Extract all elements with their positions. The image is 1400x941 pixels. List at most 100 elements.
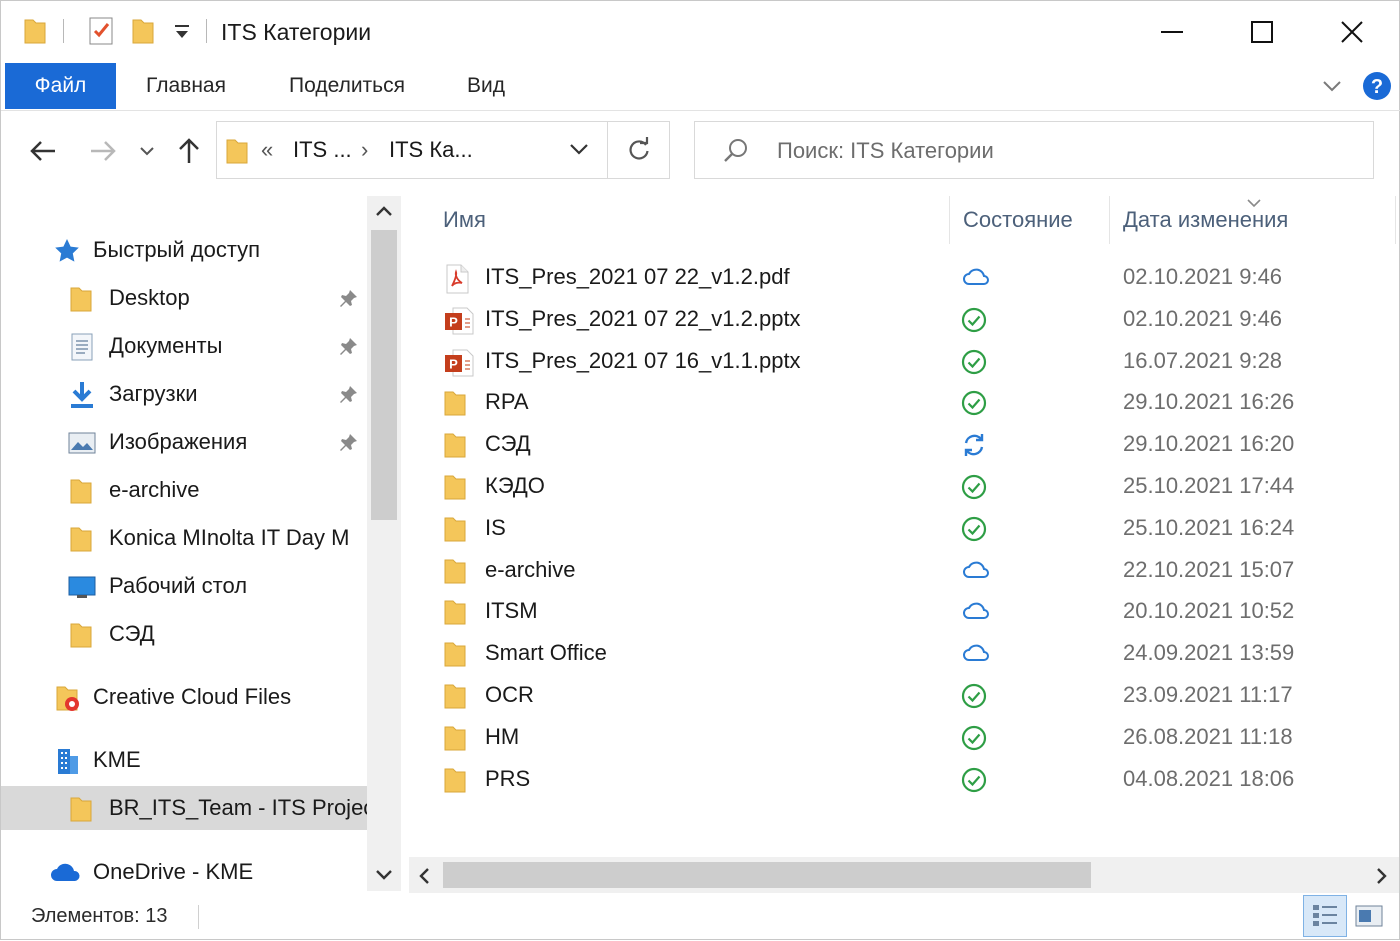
nav-label: Загрузки bbox=[109, 381, 198, 406]
search-input[interactable]: Поиск: ITS Категории bbox=[777, 138, 994, 164]
search-icon bbox=[723, 138, 749, 169]
tab-home[interactable]: Главная bbox=[121, 63, 251, 109]
search-box[interactable]: Поиск: ITS Категории bbox=[694, 121, 1374, 179]
creative-cloud-folder-icon bbox=[55, 683, 85, 719]
file-row[interactable]: СЭД 29.10.2021 16:20 bbox=[431, 424, 1371, 466]
file-date: 29.10.2021 16:26 bbox=[1123, 389, 1295, 415]
tab-file[interactable]: Файл bbox=[5, 63, 116, 109]
column-header-name[interactable]: Имя bbox=[443, 207, 486, 233]
file-row[interactable]: КЭДО 25.10.2021 17:44 bbox=[431, 466, 1371, 508]
close-button[interactable] bbox=[1307, 1, 1397, 63]
nav-quick-access[interactable]: Быстрый доступ bbox=[1, 228, 367, 272]
overflow-chevron[interactable]: « bbox=[261, 137, 273, 163]
folder-icon bbox=[23, 15, 47, 50]
details-view-button[interactable] bbox=[1303, 895, 1347, 937]
address-bar[interactable]: « ITS ... › ITS Ка... bbox=[216, 121, 608, 179]
back-button[interactable] bbox=[23, 129, 63, 173]
column-divider[interactable] bbox=[1109, 196, 1110, 244]
folder-icon bbox=[443, 388, 467, 423]
scroll-right-icon[interactable] bbox=[1375, 866, 1389, 891]
tab-share[interactable]: Поделиться bbox=[263, 63, 431, 109]
maximize-button[interactable] bbox=[1217, 1, 1307, 63]
pin-icon[interactable] bbox=[339, 288, 359, 314]
help-icon[interactable]: ? bbox=[1362, 71, 1392, 106]
nav-item-onedrive[interactable]: OneDrive - KME bbox=[1, 850, 367, 894]
column-divider[interactable] bbox=[949, 196, 950, 244]
recent-locations-button[interactable] bbox=[135, 129, 159, 173]
file-row[interactable]: P ITS_Pres_2021 07 22_v1.2.pptx 02.10.2021… bbox=[431, 299, 1371, 341]
file-date: 20.10.2021 10:52 bbox=[1123, 598, 1295, 624]
onedrive-icon bbox=[49, 860, 83, 890]
folder-icon bbox=[225, 136, 249, 171]
breadcrumb-its-categories[interactable]: ITS Ка... bbox=[389, 137, 473, 163]
folder-icon bbox=[69, 524, 93, 560]
pictures-icon bbox=[67, 430, 97, 462]
folder-icon bbox=[69, 476, 93, 512]
column-header-date[interactable]: Дата изменения bbox=[1123, 207, 1288, 233]
file-row[interactable]: PRS 04.08.2021 18:06 bbox=[431, 759, 1371, 801]
synced-check-icon bbox=[961, 767, 987, 798]
documents-icon bbox=[69, 332, 95, 368]
nav-scrollbar-thumb[interactable] bbox=[371, 230, 397, 520]
synced-check-icon bbox=[961, 349, 987, 380]
tab-view[interactable]: Вид bbox=[449, 63, 523, 109]
breadcrumb-its[interactable]: ITS ... bbox=[293, 137, 352, 163]
pin-icon[interactable] bbox=[339, 336, 359, 362]
downloads-icon bbox=[67, 380, 97, 416]
nav-item-desktop-ru[interactable]: Рабочий стол bbox=[1, 564, 367, 608]
column-header-status[interactable]: Состояние bbox=[963, 207, 1073, 233]
nav-item-desktop[interactable]: Desktop bbox=[1, 276, 367, 320]
new-folder-icon[interactable] bbox=[131, 15, 155, 50]
nav-item-downloads[interactable]: Загрузки bbox=[1, 372, 367, 416]
folder-icon bbox=[443, 723, 467, 758]
details-view-icon bbox=[1313, 905, 1337, 926]
nav-item-team[interactable]: BR_ITS_Team - ITS Projec bbox=[1, 786, 367, 830]
nav-item-kme[interactable]: KME bbox=[1, 738, 367, 782]
file-row[interactable]: Smart Office 24.09.2021 13:59 bbox=[431, 633, 1371, 675]
file-name: ITS_Pres_2021 07 22_v1.2.pptx bbox=[485, 305, 801, 331]
file-row[interactable]: P ITS_Pres_2021 07 16_v1.1.pptx 16.07.2021… bbox=[431, 341, 1371, 383]
nav-item-konica[interactable]: Konica MInolta IT Day M bbox=[1, 516, 367, 560]
customize-toolbar-icon[interactable] bbox=[173, 23, 191, 46]
content-scrollbar[interactable] bbox=[409, 857, 1399, 893]
scroll-up-icon[interactable] bbox=[374, 204, 394, 223]
nav-label: OneDrive - KME bbox=[93, 859, 254, 884]
nav-item-documents[interactable]: Документы bbox=[1, 324, 367, 368]
file-name: СЭД bbox=[485, 431, 531, 457]
file-row[interactable]: ITSM 20.10.2021 10:52 bbox=[431, 591, 1371, 633]
forward-button[interactable] bbox=[83, 129, 123, 173]
star-icon bbox=[53, 237, 81, 271]
large-icons-view-button[interactable] bbox=[1351, 899, 1387, 933]
nav-scrollbar[interactable] bbox=[367, 196, 401, 891]
refresh-button[interactable] bbox=[608, 121, 670, 179]
file-row[interactable]: e-archive 22.10.2021 15:07 bbox=[431, 550, 1371, 592]
content-scrollbar-thumb[interactable] bbox=[443, 862, 1091, 888]
file-row[interactable]: HM 26.08.2021 11:18 bbox=[431, 717, 1371, 759]
nav-item-e-archive[interactable]: e-archive bbox=[1, 468, 367, 512]
pptx-file-icon: P bbox=[443, 305, 475, 342]
scroll-down-icon[interactable] bbox=[374, 868, 394, 887]
up-button[interactable] bbox=[171, 129, 207, 173]
nav-item-pictures[interactable]: Изображения bbox=[1, 420, 367, 464]
file-name: ITSM bbox=[485, 598, 538, 624]
column-divider[interactable] bbox=[1395, 196, 1396, 244]
pin-icon[interactable] bbox=[339, 384, 359, 410]
file-row[interactable]: ITS_Pres_2021 07 22_v1.2.pdf 02.10.2021 9… bbox=[431, 257, 1371, 299]
title-bar: ITS Категории bbox=[1, 1, 1400, 63]
nav-item-sed[interactable]: СЭД bbox=[1, 612, 367, 656]
file-row[interactable]: OCR 23.09.2021 11:17 bbox=[431, 675, 1371, 717]
synced-check-icon bbox=[961, 307, 987, 338]
file-date: 02.10.2021 9:46 bbox=[1123, 264, 1283, 289]
nav-label: Документы bbox=[109, 333, 223, 358]
expand-ribbon-icon[interactable] bbox=[1321, 77, 1343, 100]
properties-icon[interactable] bbox=[87, 15, 115, 52]
file-row[interactable]: RPA 29.10.2021 16:26 bbox=[431, 382, 1371, 424]
address-dropdown-icon[interactable] bbox=[569, 142, 589, 161]
nav-item-creative-cloud[interactable]: Creative Cloud Files bbox=[1, 675, 367, 719]
scroll-left-icon[interactable] bbox=[417, 866, 431, 891]
pin-icon[interactable] bbox=[339, 432, 359, 458]
file-date: 25.10.2021 16:24 bbox=[1123, 514, 1295, 540]
minimize-button[interactable] bbox=[1127, 1, 1217, 63]
toolbar-separator bbox=[206, 19, 207, 43]
file-row[interactable]: IS 25.10.2021 16:24 bbox=[431, 508, 1371, 550]
